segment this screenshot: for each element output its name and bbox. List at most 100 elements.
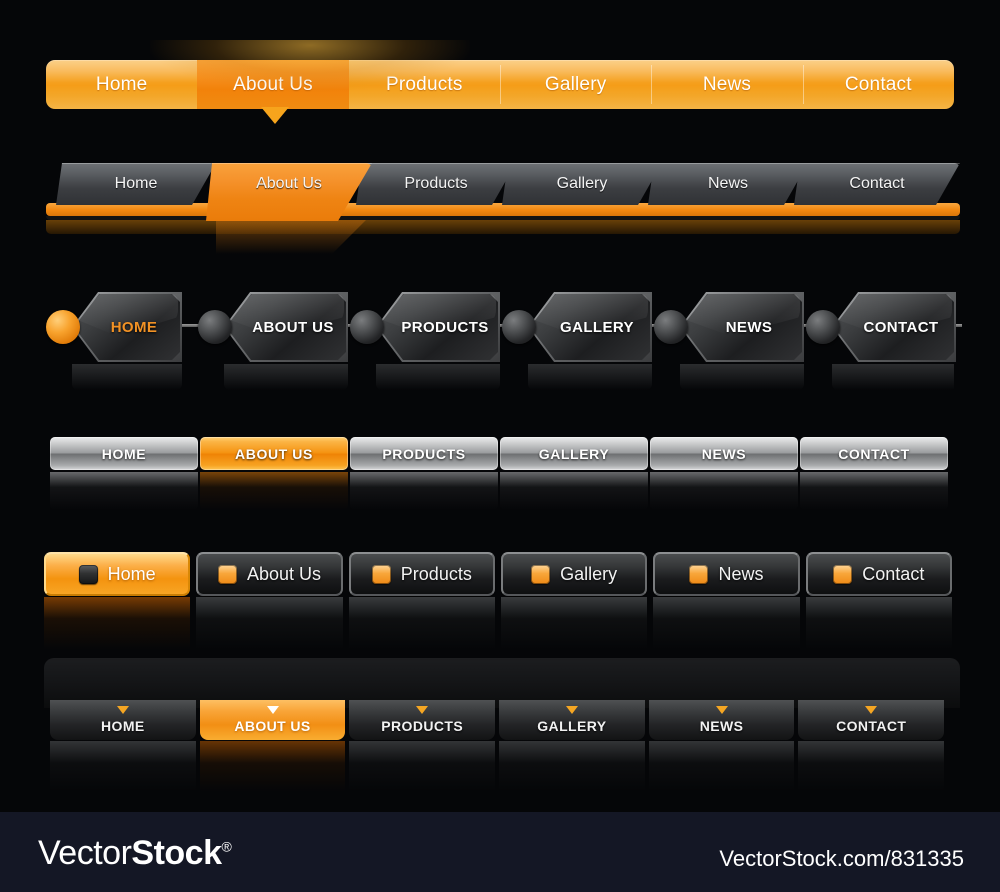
nav-item-about-us[interactable]: About Us <box>197 60 349 109</box>
arrow-tabs-track: HOME ABOUT US PRODUCTS GALLERY NEWS CONT… <box>50 700 945 740</box>
tag-shape[interactable]: NEWS <box>680 292 804 362</box>
reflection <box>50 741 945 796</box>
vectorstock-logo: VectorStock® <box>38 834 232 873</box>
connector-dot-icon <box>806 310 840 344</box>
nav-item-home[interactable]: HOME <box>50 700 196 740</box>
nav-label: GALLERY <box>538 445 610 462</box>
tag-shape[interactable]: GALLERY <box>528 292 652 362</box>
menu-silver-buttons: HOME ABOUT US PRODUCTS GALLERY NEWS CONT… <box>50 437 948 470</box>
nav-label: HOME <box>101 445 147 462</box>
menu-arrow-tabs: HOME ABOUT US PRODUCTS GALLERY NEWS CONT… <box>44 658 960 808</box>
nav-label: CONTACT <box>836 718 907 734</box>
nav-item-gallery[interactable]: GALLERY <box>500 437 648 470</box>
tag-shape[interactable]: ABOUT US <box>224 292 348 362</box>
nav-item-gallery[interactable]: GALLERY <box>502 292 652 362</box>
triangle-down-icon <box>565 706 578 714</box>
nav-item-home[interactable]: HOME <box>46 292 182 362</box>
logo-part-two: Stock <box>131 834 222 872</box>
triangle-down-icon <box>266 706 279 714</box>
tag-shape[interactable]: CONTACT <box>832 292 956 362</box>
connector-dot-icon <box>198 310 232 344</box>
footer-url: VectorStock.com/831335 <box>719 846 964 871</box>
nav-item-contact[interactable]: CONTACT <box>806 292 956 362</box>
nav-label: PRODUCTS <box>382 445 466 462</box>
registered-mark-icon: ® <box>221 838 232 855</box>
nav-item-contact[interactable]: CONTACT <box>798 700 945 740</box>
nav-label: ABOUT US <box>234 718 311 734</box>
logo-part-one: Vector <box>38 834 132 872</box>
reflection <box>44 597 952 657</box>
nav-item-news[interactable]: News <box>651 60 802 109</box>
nav-item-news[interactable]: NEWS <box>650 437 798 470</box>
nav-item-contact[interactable]: Contact <box>794 163 960 205</box>
nav-label: GALLERY <box>560 318 634 336</box>
nav-label: Home <box>95 73 148 95</box>
footer: VectorStock® VectorStock.com/831335 <box>0 812 1000 892</box>
square-badge-icon <box>531 564 551 584</box>
nav-item-gallery[interactable]: GALLERY <box>499 700 645 740</box>
reflection <box>46 364 954 392</box>
nav-label: GALLERY <box>537 718 607 734</box>
tag-shape[interactable]: HOME <box>72 292 182 362</box>
square-badge-icon <box>78 564 98 584</box>
nav-item-contact[interactable]: Contact <box>805 552 952 596</box>
nav-label: News <box>702 73 752 95</box>
nav-item-about-us[interactable]: ABOUT US <box>200 437 348 470</box>
nav-label: CONTACT <box>838 445 910 462</box>
nav-item-news[interactable]: News <box>653 552 800 596</box>
square-badge-icon <box>689 564 709 584</box>
nav-item-news[interactable]: NEWS <box>654 292 804 362</box>
nav-label: Products <box>404 175 468 192</box>
nav-item-home[interactable]: Home <box>44 552 191 596</box>
nav-item-products[interactable]: Products <box>349 60 500 109</box>
nav-label: Gallery <box>556 175 608 192</box>
nav-label: Products <box>400 563 472 584</box>
nav-item-products[interactable]: Products <box>348 552 495 596</box>
nav-label: PRODUCTS <box>381 718 464 734</box>
nav-label: ABOUT US <box>252 318 334 336</box>
nav-label: PRODUCTS <box>401 318 489 336</box>
nav-item-home[interactable]: Home <box>46 60 197 109</box>
nav-label: CONTACT <box>863 318 939 336</box>
nav-label: NEWS <box>699 718 744 734</box>
nav-item-products[interactable]: Products <box>356 163 516 205</box>
nav-label: HOME <box>101 718 145 734</box>
nav-item-products[interactable]: PRODUCTS <box>349 700 496 740</box>
nav-item-home[interactable]: Home <box>56 163 216 205</box>
nav-item-gallery[interactable]: Gallery <box>499 60 651 109</box>
nav-item-about-us[interactable]: ABOUT US <box>199 700 346 740</box>
nav-label: Home <box>114 175 158 192</box>
nav-label: News <box>718 563 764 584</box>
nav-item-about-us[interactable]: About Us <box>206 163 372 221</box>
nav-item-news[interactable]: News <box>648 163 808 205</box>
artboard: Home About Us Products Gallery News Cont… <box>0 0 1000 892</box>
nav-item-products[interactable]: PRODUCTS <box>350 437 498 470</box>
triangle-down-icon <box>261 107 289 124</box>
square-badge-icon <box>371 564 391 584</box>
nav-label: HOME <box>110 318 158 336</box>
nav-item-about-us[interactable]: About Us <box>196 552 343 596</box>
nav-label: About Us <box>246 563 322 584</box>
triangle-down-icon <box>865 706 878 714</box>
nav-item-gallery[interactable]: Gallery <box>502 163 662 205</box>
nav-label: Contact <box>849 175 905 192</box>
tag-shape[interactable]: PRODUCTS <box>376 292 500 362</box>
nav-label: Contact <box>862 563 925 584</box>
reflection <box>46 220 960 258</box>
nav-label: Home <box>107 563 156 584</box>
nav-item-products[interactable]: PRODUCTS <box>350 292 500 362</box>
triangle-down-icon <box>416 706 429 714</box>
nav-label: ABOUT US <box>235 445 313 462</box>
nav-label: Products <box>386 73 463 95</box>
nav-label: Gallery <box>544 73 607 95</box>
nav-item-news[interactable]: NEWS <box>648 700 795 740</box>
nav-item-contact[interactable]: CONTACT <box>800 437 948 470</box>
connector-dot-icon <box>46 310 80 344</box>
nav-item-home[interactable]: HOME <box>50 437 198 470</box>
nav-label: NEWS <box>725 318 773 336</box>
nav-item-about-us[interactable]: ABOUT US <box>198 292 348 362</box>
nav-item-gallery[interactable]: Gallery <box>500 552 648 596</box>
connector-dot-icon <box>350 310 384 344</box>
nav-label: About Us <box>233 73 313 95</box>
nav-item-contact[interactable]: Contact <box>802 60 954 109</box>
